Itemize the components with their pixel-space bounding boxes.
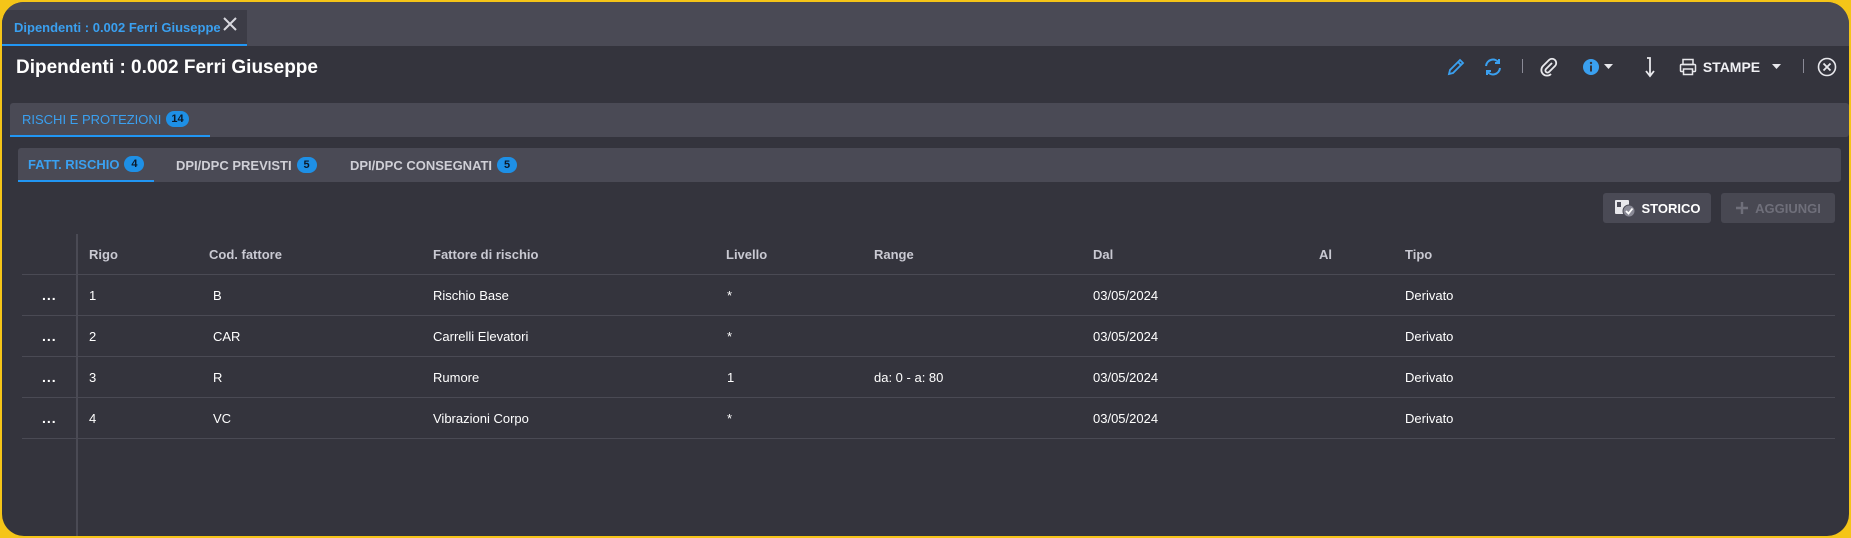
row-menu-button[interactable]: ... [42, 357, 57, 398]
cell-cod-fattore: VC [213, 411, 232, 426]
toolbar-divider [1522, 59, 1523, 73]
cell-fattore: Carrelli Elevatori [433, 329, 529, 344]
cell-dal: 03/05/2024 [1093, 411, 1159, 426]
attachments-button[interactable] [1535, 53, 1563, 81]
tab-label: RISCHI E PROTEZIONI [22, 111, 162, 127]
page-title: Dipendenti : 0.002 Ferri Giuseppe [16, 57, 318, 78]
arrow-down-icon [1645, 57, 1655, 78]
tab-label: DPI/DPC PREVISTI [176, 157, 292, 173]
cell-fattore: Rischio Base [433, 288, 509, 303]
row-menu-button[interactable]: ... [42, 275, 57, 316]
cell-fattore: Vibrazioni Corpo [433, 411, 529, 426]
table-row[interactable]: ... 1 B Rischio Base * 03/05/2024 Deriva… [22, 275, 1835, 316]
table-row[interactable]: ... 4 VC Vibrazioni Corpo * 03/05/2024 D… [22, 398, 1835, 439]
cell-cod-fattore: B [213, 288, 222, 303]
history-box-icon [1614, 200, 1635, 218]
row-menu-button[interactable]: ... [42, 398, 57, 439]
cell-livello: * [727, 288, 733, 303]
info-icon [1582, 59, 1599, 75]
close-icon[interactable] [221, 15, 239, 33]
count-badge: 14 [166, 111, 189, 127]
document-tab[interactable]: Dipendenti : 0.002 Ferri Giuseppe [2, 10, 247, 46]
tab-dpi-dpc-consegnati[interactable]: DPI/DPC CONSEGNATI 5 [340, 148, 527, 182]
cell-fattore: Rumore [433, 370, 480, 385]
caret-down-icon [1603, 64, 1613, 69]
column-header[interactable]: Dal [1093, 234, 1113, 275]
cell-tipo: Derivato [1405, 370, 1454, 385]
cell-cod-fattore: R [213, 370, 223, 385]
column-header[interactable]: Cod. fattore [209, 234, 282, 275]
close-circle-icon [1817, 57, 1837, 77]
plus-icon [1736, 202, 1749, 214]
cell-rigo: 1 [89, 288, 97, 303]
column-header[interactable]: Livello [726, 234, 767, 275]
paperclip-icon [1540, 57, 1558, 77]
subtab-bar: FATT. RISCHIO 4 DPI/DPC PREVISTI 5 DPI/D… [18, 148, 1841, 182]
aggiungi-button[interactable]: AGGIUNGI [1721, 193, 1835, 223]
cell-dal: 03/05/2024 [1093, 288, 1159, 303]
count-badge: 4 [124, 156, 145, 172]
close-page-button[interactable] [1814, 53, 1840, 81]
refresh-button[interactable] [1479, 53, 1507, 81]
tab-dpi-dpc-previsti[interactable]: DPI/DPC PREVISTI 5 [166, 148, 327, 182]
page-header: Dipendenti : 0.002 Ferri Giuseppe STAMPE [2, 46, 1849, 102]
table-row[interactable]: ... 3 R Rumore 1 da: 0 - a: 80 03/05/202… [22, 357, 1835, 398]
edit-button[interactable] [1442, 53, 1470, 81]
tab-rischi-e-protezioni[interactable]: RISCHI E PROTEZIONI 14 [10, 103, 210, 137]
row-menu-button[interactable]: ... [42, 316, 57, 357]
table-header-row: Rigo Cod. fattore Fattore di rischio Liv… [22, 234, 1835, 275]
tab-label: DPI/DPC CONSEGNATI [350, 157, 493, 173]
printer-icon [1679, 58, 1697, 76]
refresh-icon [1485, 58, 1501, 76]
cell-livello: * [727, 411, 733, 426]
cell-range: da: 0 - a: 80 [874, 370, 944, 385]
cell-livello: * [727, 329, 733, 344]
column-header[interactable]: Range [874, 234, 914, 275]
column-header[interactable]: Al [1319, 234, 1332, 275]
caret-down-icon [1772, 64, 1782, 69]
risk-factors-table: Rigo Cod. fattore Fattore di rischio Liv… [22, 234, 1835, 536]
column-header[interactable]: Rigo [89, 234, 118, 275]
cell-rigo: 3 [89, 370, 97, 385]
toolbar-divider [1803, 59, 1804, 73]
storico-label: STORICO [1641, 200, 1701, 216]
cell-tipo: Derivato [1405, 411, 1454, 426]
table-row[interactable]: ... 2 CAR Carrelli Elevatori * 03/05/202… [22, 316, 1835, 357]
tab-fatt-rischio[interactable]: FATT. RISCHIO 4 [18, 148, 155, 182]
cell-dal: 03/05/2024 [1093, 329, 1159, 344]
tab-label: FATT. RISCHIO [28, 156, 120, 172]
cell-dal: 03/05/2024 [1093, 370, 1159, 385]
document-tabstrip: Dipendenti : 0.002 Ferri Giuseppe [2, 2, 1849, 46]
count-badge: 5 [296, 157, 317, 173]
cell-tipo: Derivato [1405, 288, 1454, 303]
storico-button[interactable]: STORICO [1603, 193, 1711, 223]
section-tabbar: RISCHI E PROTEZIONI 14 [10, 103, 1849, 137]
app-window: Dipendenti : 0.002 Ferri Giuseppe Dipend… [2, 2, 1849, 536]
column-header[interactable]: Tipo [1405, 234, 1432, 275]
print-menu-label: STAMPE [1702, 59, 1761, 75]
cell-cod-fattore: CAR [213, 329, 241, 344]
print-menu-button[interactable]: STAMPE [1678, 53, 1782, 81]
info-menu-button[interactable] [1577, 53, 1617, 81]
document-tab-label: Dipendenti : 0.002 Ferri Giuseppe [14, 19, 221, 35]
cell-livello: 1 [727, 370, 735, 385]
count-badge: 5 [497, 157, 518, 173]
column-header[interactable]: Fattore di rischio [433, 234, 538, 275]
cell-rigo: 4 [89, 411, 97, 426]
pencil-icon [1447, 58, 1465, 76]
cell-tipo: Derivato [1405, 329, 1454, 344]
aggiungi-label: AGGIUNGI [1755, 200, 1821, 216]
sort-button[interactable] [1638, 53, 1662, 81]
cell-rigo: 2 [89, 329, 97, 344]
